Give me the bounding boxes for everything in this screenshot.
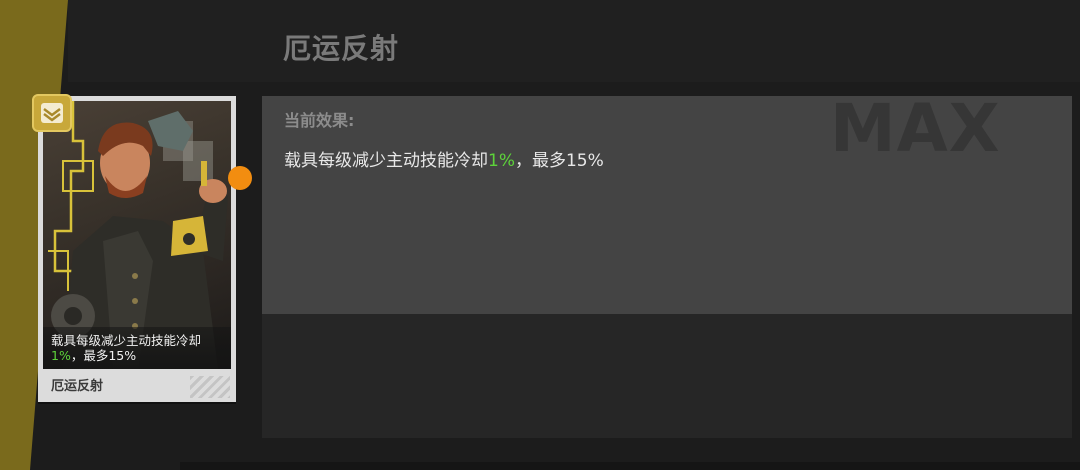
card-artwork: 载具每级减少主动技能冷却 1%，最多15% <box>43 101 231 369</box>
effect-text-prefix: 载具每级减少主动技能冷却 <box>284 151 488 171</box>
card-corner-stripes <box>190 376 230 398</box>
card-name: 厄运反射 <box>51 379 104 394</box>
card-description: 载具每级减少主动技能冷却 1%，最多15% <box>51 333 229 363</box>
card-desc-line1: 载具每级减少主动技能冷却 <box>51 333 202 348</box>
page-title: 厄运反射 <box>283 32 400 65</box>
effect-description: 载具每级减少主动技能冷却1%，最多15% <box>284 146 604 171</box>
crossed-wings-icon <box>32 94 72 132</box>
effect-heading: 当前效果: <box>284 111 355 130</box>
card-desc-highlight: 1% <box>51 348 71 363</box>
effect-text-highlight: 1% <box>488 151 515 171</box>
effect-text-suffix: ，最多15% <box>514 151 604 171</box>
max-level-label: MAX <box>830 90 1001 167</box>
effect-panel: MAX 当前效果: 载具每级减少主动技能冷却1%，最多15% <box>262 90 1072 314</box>
title-bar <box>68 0 1080 82</box>
selection-indicator-dot <box>228 166 252 190</box>
skill-card[interactable]: 载具每级减少主动技能冷却 1%，最多15% 厄运反射 <box>38 96 236 402</box>
left-accent-strip <box>0 0 30 470</box>
bottom-divider <box>180 462 1080 470</box>
effect-lower-panel <box>262 314 1072 438</box>
card-desc-suffix: ，最多15% <box>70 348 137 363</box>
